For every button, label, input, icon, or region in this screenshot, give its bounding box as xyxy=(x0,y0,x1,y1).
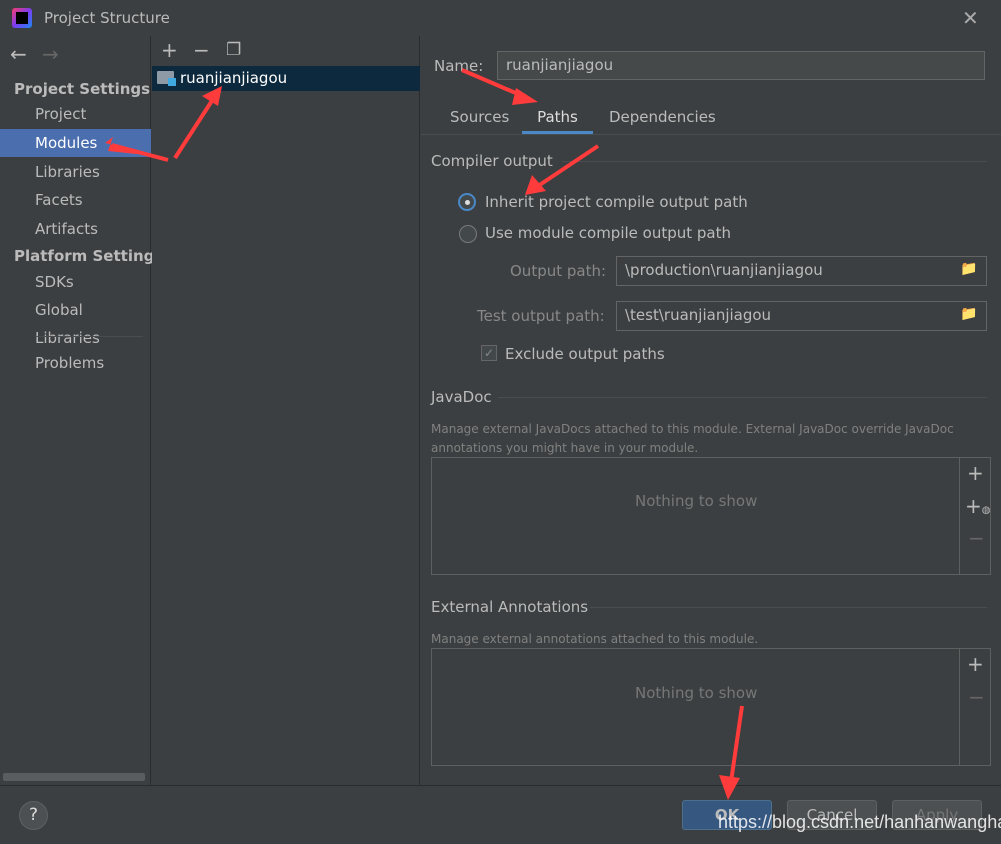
module-folder-icon xyxy=(157,71,176,86)
help-button[interactable]: ? xyxy=(19,801,48,830)
sidebar-item-modules[interactable]: Modules xyxy=(0,129,151,157)
exclude-checkbox[interactable]: ✓ xyxy=(481,345,497,361)
section-platform-settings: Platform Settings xyxy=(14,247,164,265)
inherit-radio[interactable] xyxy=(458,193,476,211)
folder-browse-icon[interactable]: 📁 xyxy=(960,261,977,277)
compiler-output-title: Compiler output xyxy=(431,152,553,170)
tabs-divider xyxy=(421,134,1001,135)
sidebar-item-libraries[interactable]: Libraries xyxy=(0,158,151,186)
test-output-path-label: Test output path: xyxy=(477,307,605,325)
tab-sources[interactable]: Sources xyxy=(437,100,522,134)
sidebar-item-artifacts[interactable]: Artifacts xyxy=(0,215,151,243)
divider xyxy=(562,161,987,162)
annotations-list[interactable] xyxy=(431,648,991,766)
name-input[interactable]: ruanjianjiagou xyxy=(497,51,985,80)
annotations-empty: Nothing to show xyxy=(635,684,758,702)
divider xyxy=(35,336,143,337)
modules-panel xyxy=(152,36,420,785)
javadoc-title: JavaDoc xyxy=(431,388,492,406)
javadoc-desc: Manage external JavaDocs attached to thi… xyxy=(431,422,954,436)
remove-icon[interactable]: − xyxy=(968,685,985,709)
watermark: https://blog.csdn.net/hanhanwanghaha xyxy=(718,812,1001,832)
remove-icon[interactable]: − xyxy=(193,38,210,62)
divider xyxy=(498,397,987,398)
remove-icon[interactable]: − xyxy=(968,526,985,550)
javadoc-list[interactable] xyxy=(431,457,991,575)
section-project-settings: Project Settings xyxy=(14,80,151,98)
add-icon[interactable]: + xyxy=(967,461,984,485)
annotations-desc: Manage external annotations attached to … xyxy=(431,632,759,646)
module-list-item[interactable]: ruanjianjiagou xyxy=(152,66,420,91)
external-annotations-title: External Annotations xyxy=(431,598,589,616)
javadoc-desc: annotations you might have in your modul… xyxy=(431,441,699,455)
folder-browse-icon[interactable]: 📁 xyxy=(960,306,977,322)
output-path-label: Output path: xyxy=(510,262,607,280)
window-title: Project Structure xyxy=(44,9,170,27)
use-module-label[interactable]: Use module compile output path xyxy=(485,224,731,242)
horizontal-scrollbar[interactable] xyxy=(3,773,145,781)
tab-paths[interactable]: Paths xyxy=(522,100,593,134)
close-icon[interactable]: ✕ xyxy=(962,6,979,30)
add-icon[interactable]: + xyxy=(161,38,178,62)
inherit-label[interactable]: Inherit project compile output path xyxy=(485,193,748,211)
name-label: Name: xyxy=(434,57,484,75)
add-icon[interactable]: + xyxy=(967,652,984,676)
sidebar-item-project[interactable]: Project xyxy=(0,100,151,128)
arrow-annotation xyxy=(525,175,546,195)
forward-arrow-icon[interactable]: → xyxy=(42,42,59,66)
sidebar-item-facets[interactable]: Facets xyxy=(0,186,151,214)
divider xyxy=(590,607,987,608)
add-url-icon[interactable]: +◍ xyxy=(965,494,991,518)
intellij-logo-icon xyxy=(12,8,32,28)
copy-icon[interactable]: ❐ xyxy=(226,40,241,60)
javadoc-empty: Nothing to show xyxy=(635,492,758,510)
use-module-radio[interactable] xyxy=(459,225,477,243)
exclude-label[interactable]: Exclude output paths xyxy=(505,345,665,363)
back-arrow-icon[interactable]: ← xyxy=(10,42,27,66)
test-output-path-input[interactable]: \test\ruanjianjiagou xyxy=(616,301,987,331)
divider xyxy=(959,649,960,765)
sidebar-item-global-libraries[interactable]: Global Libraries xyxy=(0,296,151,347)
tab-dependencies[interactable]: Dependencies xyxy=(609,100,716,134)
sidebar-item-problems[interactable]: Problems xyxy=(0,349,151,377)
output-path-input[interactable]: \production\ruanjianjiagou xyxy=(616,256,987,286)
divider xyxy=(959,458,960,574)
sidebar-item-sdks[interactable]: SDKs xyxy=(0,268,151,296)
